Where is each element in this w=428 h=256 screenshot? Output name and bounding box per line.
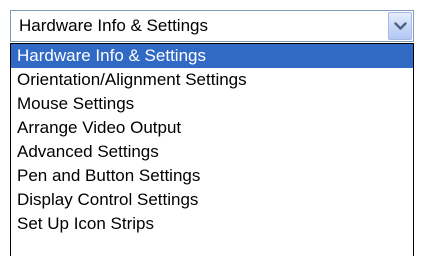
dropdown-item-orientation-alignment[interactable]: Orientation/Alignment Settings [11, 68, 413, 92]
dropdown-item-mouse-settings[interactable]: Mouse Settings [11, 92, 413, 116]
screenshot-frame: Hardware Info & Settings Hardware Info &… [0, 0, 428, 256]
dropdown-item-display-control[interactable]: Display Control Settings [11, 188, 413, 212]
settings-combo-box[interactable]: Hardware Info & Settings [10, 10, 414, 42]
dropdown-toggle-button[interactable] [388, 12, 412, 40]
chevron-down-icon [394, 22, 407, 30]
dropdown-item-hardware-info[interactable]: Hardware Info & Settings [11, 44, 413, 68]
dropdown-item-icon-strips[interactable]: Set Up Icon Strips [11, 212, 413, 236]
dropdown-list: Hardware Info & Settings Orientation/Ali… [10, 43, 414, 256]
dropdown-item-pen-and-button[interactable]: Pen and Button Settings [11, 164, 413, 188]
combo-selected-value: Hardware Info & Settings [19, 16, 208, 35]
dropdown-item-advanced-settings[interactable]: Advanced Settings [11, 140, 413, 164]
dropdown-item-arrange-video-output[interactable]: Arrange Video Output [11, 116, 413, 140]
